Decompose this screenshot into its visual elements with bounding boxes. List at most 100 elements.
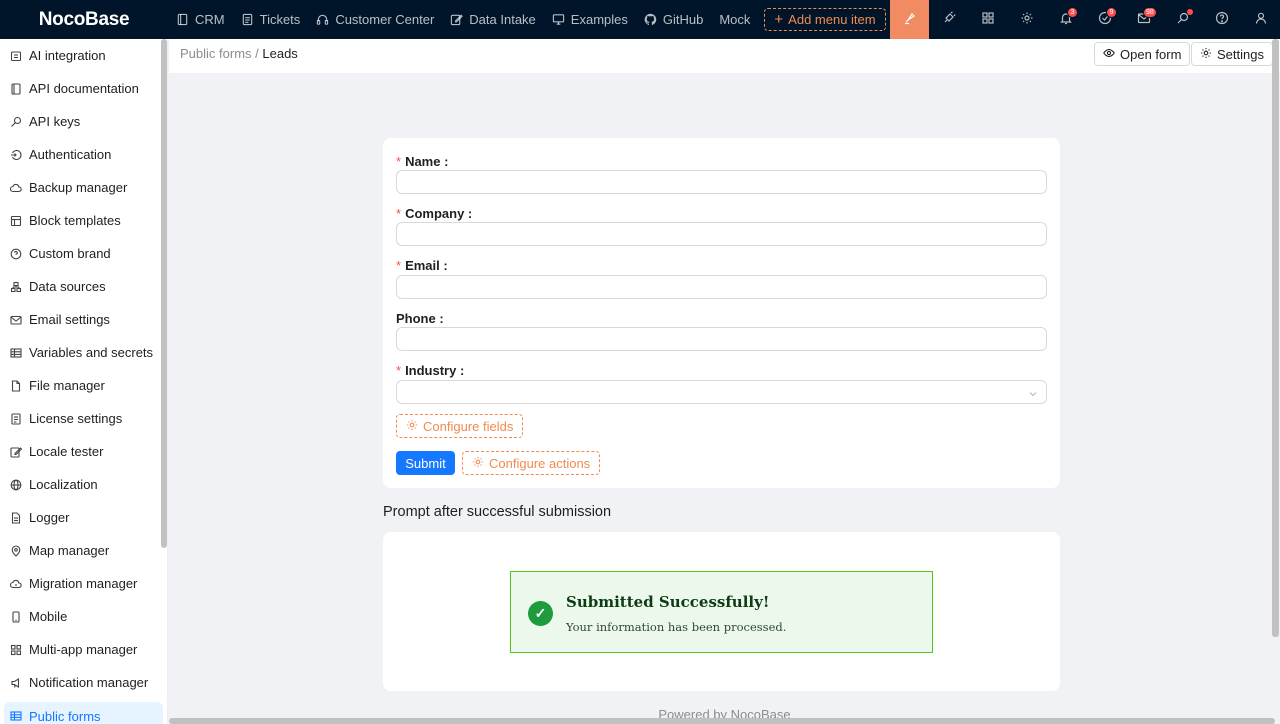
- nav-item-crm[interactable]: CRM: [168, 0, 233, 39]
- configure-actions-label: Configure actions: [489, 455, 591, 471]
- settings-tool-button[interactable]: [1007, 0, 1046, 39]
- public-form-card: * Name : * Company : * Email : Phone : * Ind…: [383, 138, 1060, 488]
- success-prompt-card[interactable]: ✓ Submitted Successfully! Your informati…: [383, 532, 1060, 691]
- github-icon: [644, 13, 657, 26]
- sidebar-item-api-documentation[interactable]: API documentation: [0, 72, 167, 105]
- database-icon: [10, 281, 22, 293]
- open-form-label: Open form: [1120, 46, 1182, 62]
- open-form-button[interactable]: Open form: [1094, 42, 1191, 66]
- sidebar-item-block-templates[interactable]: Block templates: [0, 204, 167, 237]
- user-menu-button[interactable]: [1241, 0, 1280, 39]
- help-button[interactable]: [1202, 0, 1241, 39]
- sidebar-item-migration-manager[interactable]: Migration manager: [0, 567, 167, 600]
- email-field-label: * Email :: [396, 258, 448, 273]
- breadcrumb-separator: /: [251, 46, 263, 61]
- nav-item-label: Data Intake: [469, 12, 536, 27]
- phone-input[interactable]: [396, 327, 1047, 351]
- sidebar-item-notification-manager[interactable]: Notification manager: [0, 666, 167, 699]
- page-scrollbar[interactable]: [1272, 39, 1279, 637]
- tasks-button[interactable]: 9: [1085, 0, 1124, 39]
- sidebar-item-api-keys[interactable]: API keys: [0, 105, 167, 138]
- top-navbar: NocoBase CRM Tickets Customer Center Dat…: [0, 0, 1280, 39]
- appstore-icon: [10, 644, 22, 656]
- sidebar-item-label: Custom brand: [29, 246, 111, 261]
- settings-sidebar: AI integration API documentation API key…: [0, 39, 168, 724]
- configure-fields-button[interactable]: Configure fields: [396, 414, 524, 438]
- nav-item-label: CRM: [195, 12, 225, 27]
- sidebar-item-public-forms[interactable]: Public forms: [4, 702, 163, 724]
- required-mark: *: [396, 206, 402, 221]
- search-tool-button[interactable]: [1163, 0, 1202, 39]
- sidebar-item-label: Data sources: [29, 279, 106, 294]
- success-title: Submitted Successfully!: [566, 593, 770, 611]
- toolbar-right: 3 9 98: [890, 0, 1280, 39]
- sidebar-scrollbar[interactable]: [161, 39, 167, 548]
- sidebar-item-label: Email settings: [29, 312, 110, 327]
- robot-icon: [10, 50, 22, 62]
- edit-icon: [450, 13, 464, 26]
- sidebar-item-localization[interactable]: Localization: [0, 468, 167, 501]
- sidebar-item-label: Map manager: [29, 543, 110, 558]
- industry-select[interactable]: [396, 380, 1047, 404]
- sidebar-item-logger[interactable]: Logger: [0, 501, 167, 534]
- sidebar-item-authentication[interactable]: Authentication: [0, 138, 167, 171]
- nav-item-data-intake[interactable]: Data Intake: [442, 0, 544, 39]
- sidebar-item-variables-and-secrets[interactable]: Variables and secrets: [0, 336, 167, 369]
- add-menu-item-button[interactable]: + Add menu item: [764, 8, 886, 31]
- field-colon: :: [459, 363, 465, 378]
- nav-item-label: Examples: [570, 12, 628, 27]
- configure-fields-label: Configure fields: [423, 418, 514, 434]
- sidebar-item-backup-manager[interactable]: Backup manager: [0, 171, 167, 204]
- nav-item-tickets[interactable]: Tickets: [233, 0, 309, 39]
- sidebar-item-label: File manager: [29, 378, 105, 393]
- plugin-manager-button[interactable]: [929, 0, 968, 39]
- sidebar-item-locale-tester[interactable]: Locale tester: [0, 435, 167, 468]
- nav-item-customer-center[interactable]: Customer Center: [308, 0, 442, 39]
- phone-field-label: Phone :: [396, 311, 444, 326]
- sidebar-item-data-sources[interactable]: Data sources: [0, 270, 167, 303]
- nav-item-github[interactable]: GitHub: [636, 0, 711, 39]
- breadcrumb: Public forms / Leads: [180, 46, 298, 61]
- sidebar-item-label: Variables and secrets: [29, 345, 154, 360]
- desktop-icon: [552, 13, 565, 26]
- required-mark: *: [396, 258, 402, 273]
- headset-icon: [316, 13, 329, 26]
- app-logo[interactable]: NocoBase: [0, 9, 168, 31]
- horizontal-scrollbar[interactable]: [169, 718, 1275, 724]
- check-circle-icon: ✓: [528, 601, 553, 626]
- gear-icon: [1020, 11, 1034, 28]
- sidebar-item-license-settings[interactable]: License settings: [0, 402, 167, 435]
- inbox-badge: 98: [1144, 8, 1156, 17]
- sidebar-item-map-manager[interactable]: Map manager: [0, 534, 167, 567]
- nav-item-label: Tickets: [259, 12, 301, 27]
- sidebar-item-label: Authentication: [29, 147, 112, 162]
- nav-item-examples[interactable]: Examples: [544, 0, 636, 39]
- file-text-icon: [10, 511, 22, 524]
- sidebar-item-ai-integration[interactable]: AI integration: [0, 39, 167, 72]
- submit-button[interactable]: Submit: [396, 451, 455, 475]
- sidebar-item-file-manager[interactable]: File manager: [0, 369, 167, 402]
- sidebar-item-custom-brand[interactable]: Custom brand: [0, 237, 167, 270]
- inbox-button[interactable]: 98: [1124, 0, 1163, 39]
- sidebar-item-mobile[interactable]: Mobile: [0, 600, 167, 633]
- settings-button[interactable]: Settings: [1191, 42, 1273, 66]
- sidebar-item-multi-app-manager[interactable]: Multi-app manager: [0, 633, 167, 666]
- apps-button[interactable]: [968, 0, 1007, 39]
- configure-actions-button[interactable]: Configure actions: [462, 451, 601, 475]
- breadcrumb-parent[interactable]: Public forms: [180, 46, 252, 61]
- login-icon: [10, 149, 22, 161]
- sidebar-item-email-settings[interactable]: Email settings: [0, 303, 167, 336]
- ui-editor-toggle[interactable]: [890, 0, 929, 39]
- success-message-box: ✓ Submitted Successfully! Your informati…: [510, 571, 933, 653]
- gear-icon: [406, 419, 418, 434]
- sidebar-item-label: AI integration: [29, 48, 106, 63]
- page-header: Public forms / Leads Open form Settings: [169, 39, 1280, 73]
- nav-item-mock[interactable]: Mock: [711, 0, 758, 39]
- name-input[interactable]: [396, 170, 1047, 194]
- email-input[interactable]: [396, 275, 1047, 299]
- highlighter-icon: [903, 11, 917, 28]
- notifications-button[interactable]: 3: [1046, 0, 1085, 39]
- sidebar-item-label: Backup manager: [29, 180, 128, 195]
- breadcrumb-current: Leads: [262, 46, 298, 61]
- company-input[interactable]: [396, 222, 1047, 246]
